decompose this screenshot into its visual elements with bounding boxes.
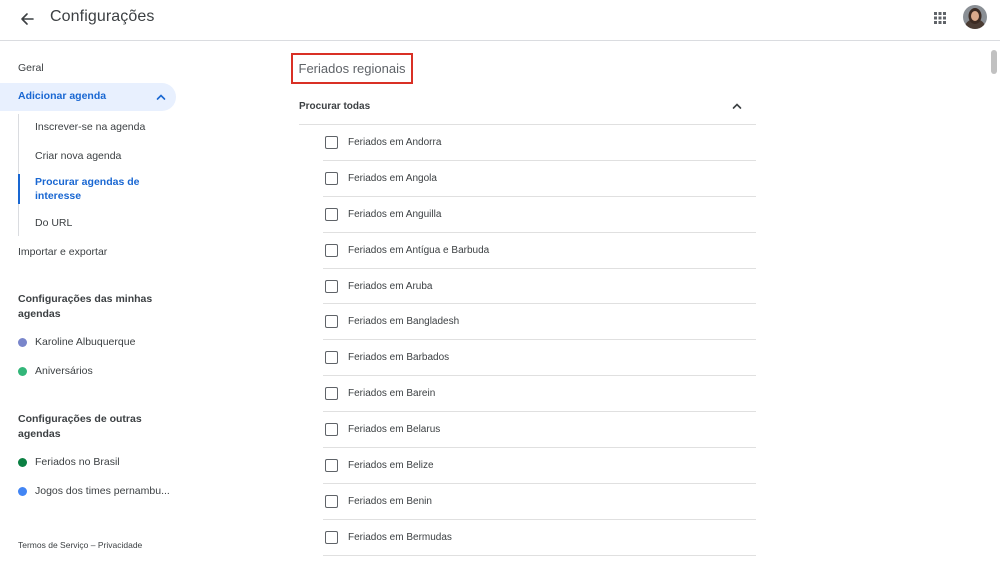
- list-item[interactable]: Feriados em Bermudas: [323, 520, 756, 556]
- holiday-checkbox[interactable]: [325, 171, 338, 185]
- holiday-checkbox[interactable]: [325, 387, 338, 401]
- sidebar-subitem-create[interactable]: Criar nova agenda: [35, 149, 121, 163]
- calendar-color-dot: [18, 337, 27, 347]
- chevron-up-icon: [732, 103, 742, 109]
- chevron-up-icon: [156, 94, 166, 100]
- avatar-image: [963, 5, 987, 29]
- holiday-list: Feriados em Andorra Feriados em Angola F…: [323, 125, 756, 556]
- footer-separator: –: [90, 540, 96, 550]
- holiday-checkbox[interactable]: [325, 315, 338, 329]
- collapse-button[interactable]: [730, 99, 744, 113]
- list-item[interactable]: Feriados em Benin: [323, 484, 756, 520]
- holiday-label: Feriados em Andorra: [348, 136, 442, 148]
- list-item[interactable]: Feriados em Aruba: [323, 269, 756, 305]
- calendar-name: Karoline Albuquerque: [35, 336, 136, 348]
- arrow-left-icon: [21, 13, 34, 25]
- apps-grid-icon: [934, 12, 946, 24]
- list-item[interactable]: Feriados em Belize: [323, 448, 756, 484]
- list-item[interactable]: Feriados em Barbados: [323, 340, 756, 377]
- sidebar-calendar-item[interactable]: Karoline Albuquerque: [18, 336, 135, 348]
- holiday-checkbox[interactable]: [325, 207, 338, 221]
- back-button[interactable]: [14, 6, 40, 32]
- holiday-label: Feriados em Belarus: [348, 424, 441, 436]
- main-content: Feriados regionais Procurar todas Feriad…: [290, 41, 990, 562]
- apps-button[interactable]: [929, 8, 951, 28]
- sidebar-subitem-browse[interactable]: Procurar agendas de interesse: [35, 175, 155, 203]
- holiday-label: Feriados em Antígua e Barbuda: [348, 244, 490, 256]
- section-title: Feriados regionais: [298, 61, 406, 76]
- holiday-label: Feriados em Bermudas: [348, 531, 452, 543]
- list-item[interactable]: Feriados em Angola: [323, 161, 756, 197]
- sidebar-footer: Termos de Serviço – Privacidade: [18, 540, 142, 550]
- holiday-label: Feriados em Barbados: [348, 352, 450, 364]
- sidebar-calendar-item[interactable]: Feriados no Brasil: [18, 456, 120, 468]
- holiday-label: Feriados em Bangladesh: [348, 316, 460, 328]
- sidebar-subitem-subscribe[interactable]: Inscrever-se na agenda: [35, 120, 145, 134]
- sidebar-subitem-from-url[interactable]: Do URL: [35, 216, 72, 230]
- settings-sidebar: Geral Adicionar agenda Inscrever-se na a…: [0, 41, 200, 562]
- calendar-name: Jogos dos times pernambu...: [35, 485, 170, 497]
- list-item[interactable]: Feriados em Belarus: [323, 412, 756, 449]
- sidebar-calendar-item[interactable]: Jogos dos times pernambu...: [18, 485, 170, 497]
- holiday-label: Feriados em Belize: [348, 459, 434, 471]
- list-item[interactable]: Feriados em Antígua e Barbuda: [323, 233, 756, 269]
- list-item[interactable]: Feriados em Barein: [323, 376, 756, 413]
- sidebar-item-add-calendar[interactable]: Adicionar agenda: [0, 83, 176, 111]
- holiday-label: Feriados em Anguilla: [348, 208, 442, 220]
- holiday-checkbox[interactable]: [325, 494, 338, 508]
- sidebar-item-import-export[interactable]: Importar e exportar: [18, 246, 107, 258]
- holiday-checkbox[interactable]: [325, 458, 338, 472]
- terms-link[interactable]: Termos de Serviço: [18, 540, 88, 550]
- list-item[interactable]: Feriados em Anguilla: [323, 197, 756, 233]
- holiday-checkbox[interactable]: [325, 423, 338, 437]
- avatar[interactable]: [963, 5, 987, 29]
- browse-all-label: Procurar todas: [299, 101, 371, 112]
- holiday-checkbox[interactable]: [325, 243, 338, 257]
- calendar-color-dot: [18, 457, 27, 467]
- subnav-selection-indicator: [18, 174, 20, 204]
- holiday-checkbox[interactable]: [325, 135, 338, 149]
- scrollbar-thumb[interactable]: [991, 50, 997, 74]
- holiday-label: Feriados em Angola: [348, 172, 437, 184]
- holiday-label: Feriados em Aruba: [348, 280, 433, 292]
- calendar-color-dot: [18, 486, 27, 496]
- holiday-label: Feriados em Benin: [348, 495, 432, 507]
- scrollbar[interactable]: [989, 41, 1000, 562]
- app-header: Configurações: [0, 0, 1000, 41]
- calendar-color-dot: [18, 366, 27, 376]
- list-item[interactable]: Feriados em Andorra: [323, 125, 756, 161]
- calendar-name: Feriados no Brasil: [35, 456, 120, 468]
- other-calendars-heading: Configurações de outras agendas: [18, 413, 142, 440]
- calendar-name: Aniversários: [35, 365, 93, 377]
- list-item[interactable]: Feriados em Bangladesh: [323, 304, 756, 341]
- holiday-checkbox[interactable]: [325, 279, 338, 293]
- sidebar-calendar-item[interactable]: Aniversários: [18, 365, 93, 377]
- holiday-label: Feriados em Barein: [348, 388, 436, 400]
- holiday-checkbox[interactable]: [325, 530, 338, 544]
- holiday-checkbox[interactable]: [325, 351, 338, 365]
- privacy-link[interactable]: Privacidade: [98, 540, 142, 550]
- my-calendars-heading: Configurações das minhas agendas: [18, 293, 153, 320]
- sidebar-item-label: Adicionar agenda: [18, 90, 107, 102]
- page-title: Configurações: [50, 8, 155, 25]
- sidebar-item-general[interactable]: Geral: [18, 62, 44, 74]
- section-title-highlight: Feriados regionais: [291, 53, 413, 84]
